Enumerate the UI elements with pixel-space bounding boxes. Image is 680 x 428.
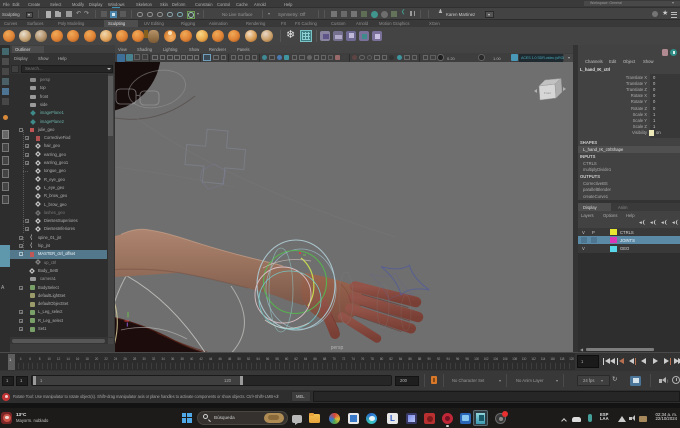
svg-text:Front: Front bbox=[544, 91, 551, 95]
svg-text:persp: persp bbox=[331, 345, 344, 351]
